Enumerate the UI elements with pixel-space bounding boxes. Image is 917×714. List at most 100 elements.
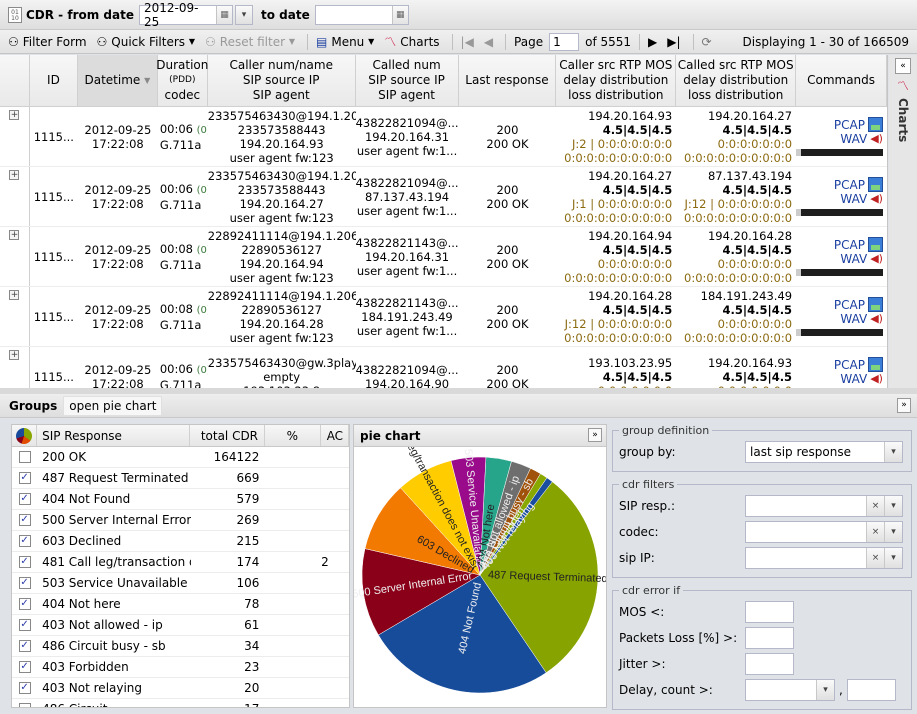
expand-panel-button[interactable]: « xyxy=(895,58,911,74)
group-row[interactable]: ✓ 603 Declined 215 xyxy=(12,531,349,552)
save-icon[interactable] xyxy=(867,237,883,252)
last-page-button[interactable]: ▶| xyxy=(667,35,680,49)
audio-player[interactable] xyxy=(796,149,883,156)
wav-play-link[interactable]: WAV ◀) xyxy=(840,372,883,386)
row-checkbox[interactable]: ✓ xyxy=(18,535,31,547)
expand-icon[interactable]: + xyxy=(9,230,20,240)
wav-play-link[interactable]: WAV ◀) xyxy=(840,132,883,146)
clear-icon[interactable]: × xyxy=(866,522,884,542)
wav-play-link[interactable]: WAV ◀) xyxy=(840,312,883,326)
row-checkbox[interactable]: ✓ xyxy=(18,619,31,631)
group-row[interactable]: 486 Circuit ... 17 xyxy=(12,699,349,707)
expand-row[interactable]: + xyxy=(0,107,30,166)
refresh-icon[interactable]: ⟳ xyxy=(702,35,712,49)
packets-loss-input[interactable] xyxy=(745,627,794,649)
pcap-download-link[interactable]: PCAP xyxy=(834,297,883,312)
save-icon[interactable] xyxy=(867,117,883,132)
row-checkbox[interactable]: ✓ xyxy=(18,598,31,610)
audio-player[interactable] xyxy=(796,209,883,216)
speaker-icon[interactable]: ◀) xyxy=(870,132,883,146)
chevron-down-icon[interactable]: ▾ xyxy=(884,522,902,542)
row-checkbox[interactable]: ✓ xyxy=(18,472,31,484)
expand-icon[interactable]: + xyxy=(9,110,20,120)
col-caller[interactable]: Caller num/name SIP source IP SIP agent xyxy=(208,55,356,106)
speaker-icon[interactable]: ◀) xyxy=(870,312,883,326)
group-row[interactable]: ✓ 404 Not here 78 xyxy=(12,594,349,615)
col-datetime[interactable]: Datetime ▼ xyxy=(77,55,158,106)
speaker-icon[interactable]: ◀) xyxy=(870,372,883,386)
menu-button[interactable]: ▤ Menu ▼ xyxy=(316,35,374,49)
clear-icon[interactable]: × xyxy=(866,548,884,568)
quick-filters-button[interactable]: ⚇ Quick Filters ▼ xyxy=(97,35,195,49)
wav-play-link[interactable]: WAV ◀) xyxy=(840,192,883,206)
col-caller-rtp[interactable]: Caller src RTP MOS delay distribution loss… xyxy=(556,55,677,106)
expand-row[interactable]: + xyxy=(0,347,30,388)
expand-icon[interactable]: + xyxy=(9,350,20,360)
delay-count-input[interactable] xyxy=(846,679,896,701)
speaker-icon[interactable]: ◀) xyxy=(870,252,883,266)
audio-player[interactable] xyxy=(796,329,883,336)
first-page-button[interactable]: |◀ xyxy=(461,35,474,49)
reset-filter-button[interactable]: ⚇ Reset filter ▼ xyxy=(205,35,295,49)
mos-input[interactable] xyxy=(745,601,794,623)
filter-form-button[interactable]: ⚇ Filter Form xyxy=(8,35,87,49)
col-last-response[interactable]: Last response xyxy=(459,55,557,106)
pcap-download-link[interactable]: PCAP xyxy=(834,357,883,372)
sip-ip-combo[interactable]: × ▾ xyxy=(745,547,903,569)
expand-icon[interactable]: + xyxy=(9,290,20,300)
col-total-cdr[interactable]: total CDR xyxy=(190,425,266,446)
prev-page-button[interactable]: ◀ xyxy=(484,35,493,49)
save-icon[interactable] xyxy=(867,357,883,372)
row-checkbox[interactable]: ✓ xyxy=(18,514,31,526)
from-date-value[interactable]: 2012-09-25 xyxy=(140,1,216,29)
chevron-down-icon[interactable]: ▾ xyxy=(884,442,902,462)
col-percent[interactable]: % xyxy=(265,425,321,446)
table-row[interactable]: + 1115... 2012-09-2517:22:08 00:08 (0)G.… xyxy=(0,287,887,347)
chevron-down-icon[interactable]: ▾ xyxy=(816,680,834,700)
group-row[interactable]: ✓ 404 Not Found 579 xyxy=(12,489,349,510)
row-checkbox[interactable] xyxy=(18,703,31,707)
to-date-field[interactable]: ▦ xyxy=(314,4,409,25)
collapse-groups-button[interactable]: » xyxy=(897,398,911,413)
row-checkbox[interactable] xyxy=(18,451,31,463)
pcap-download-link[interactable]: PCAP xyxy=(834,117,883,132)
group-row[interactable]: 200 OK 164122 xyxy=(12,447,349,468)
group-row[interactable]: ✓ 500 Server Internal Error 269 xyxy=(12,510,349,531)
speaker-icon[interactable]: ◀) xyxy=(870,192,883,206)
from-date-calendar-icon[interactable]: ▦ xyxy=(215,5,232,24)
save-icon[interactable] xyxy=(867,297,883,312)
chevron-down-icon[interactable]: ▾ xyxy=(884,548,902,568)
group-row[interactable]: ✓ 403 Not allowed - ip 61 xyxy=(12,615,349,636)
charts-side-panel[interactable]: « 〽 Charts xyxy=(889,55,917,388)
pcap-download-link[interactable]: PCAP xyxy=(834,237,883,252)
table-row[interactable]: + 1115... 2012-09-2517:22:08 00:06 (0)G.… xyxy=(0,167,887,227)
row-checkbox[interactable]: ✓ xyxy=(18,556,31,568)
from-date-field[interactable]: 2012-09-25 ▦ xyxy=(138,1,233,29)
row-checkbox[interactable]: ✓ xyxy=(18,493,31,505)
codec-combo[interactable]: × ▾ xyxy=(745,521,903,543)
chevron-down-icon[interactable]: ▾ xyxy=(884,496,902,516)
col-duration[interactable]: Duration (PDD) codec xyxy=(156,55,208,106)
table-row[interactable]: + 1115... 2012-09-2517:22:08 00:06 (0)G.… xyxy=(0,107,887,167)
group-by-select[interactable]: last sip response ▾ xyxy=(745,441,903,463)
to-date-calendar-icon[interactable]: ▦ xyxy=(391,5,408,24)
row-checkbox[interactable]: ✓ xyxy=(18,682,31,694)
charts-button[interactable]: 〽 Charts xyxy=(384,33,439,50)
col-id[interactable]: ID xyxy=(30,55,78,106)
group-row[interactable]: ✓ 487 Request Terminated 669 xyxy=(12,468,349,489)
row-checkbox[interactable]: ✓ xyxy=(18,640,31,652)
row-checkbox[interactable]: ✓ xyxy=(18,577,31,589)
group-row[interactable]: ✓ 403 Forbidden 23 xyxy=(12,657,349,678)
audio-player[interactable] xyxy=(796,269,883,276)
col-called[interactable]: Called num SIP source IP SIP agent xyxy=(356,55,459,106)
row-checkbox[interactable]: ✓ xyxy=(18,661,31,673)
col-ac[interactable]: AC xyxy=(321,425,349,446)
group-row[interactable]: ✓ 403 Not relaying 20 xyxy=(12,678,349,699)
charts-panel-label[interactable]: Charts xyxy=(896,98,910,142)
expand-row[interactable]: + xyxy=(0,287,30,346)
open-pie-chart-button[interactable]: open pie chart xyxy=(63,395,163,416)
col-called-rtp[interactable]: Called src RTP MOS delay distribution loss… xyxy=(676,55,797,106)
group-row[interactable]: ✓ 481 Call leg/transaction does... 174 2 xyxy=(12,552,349,573)
save-icon[interactable] xyxy=(867,177,883,192)
jitter-input[interactable] xyxy=(745,653,794,675)
